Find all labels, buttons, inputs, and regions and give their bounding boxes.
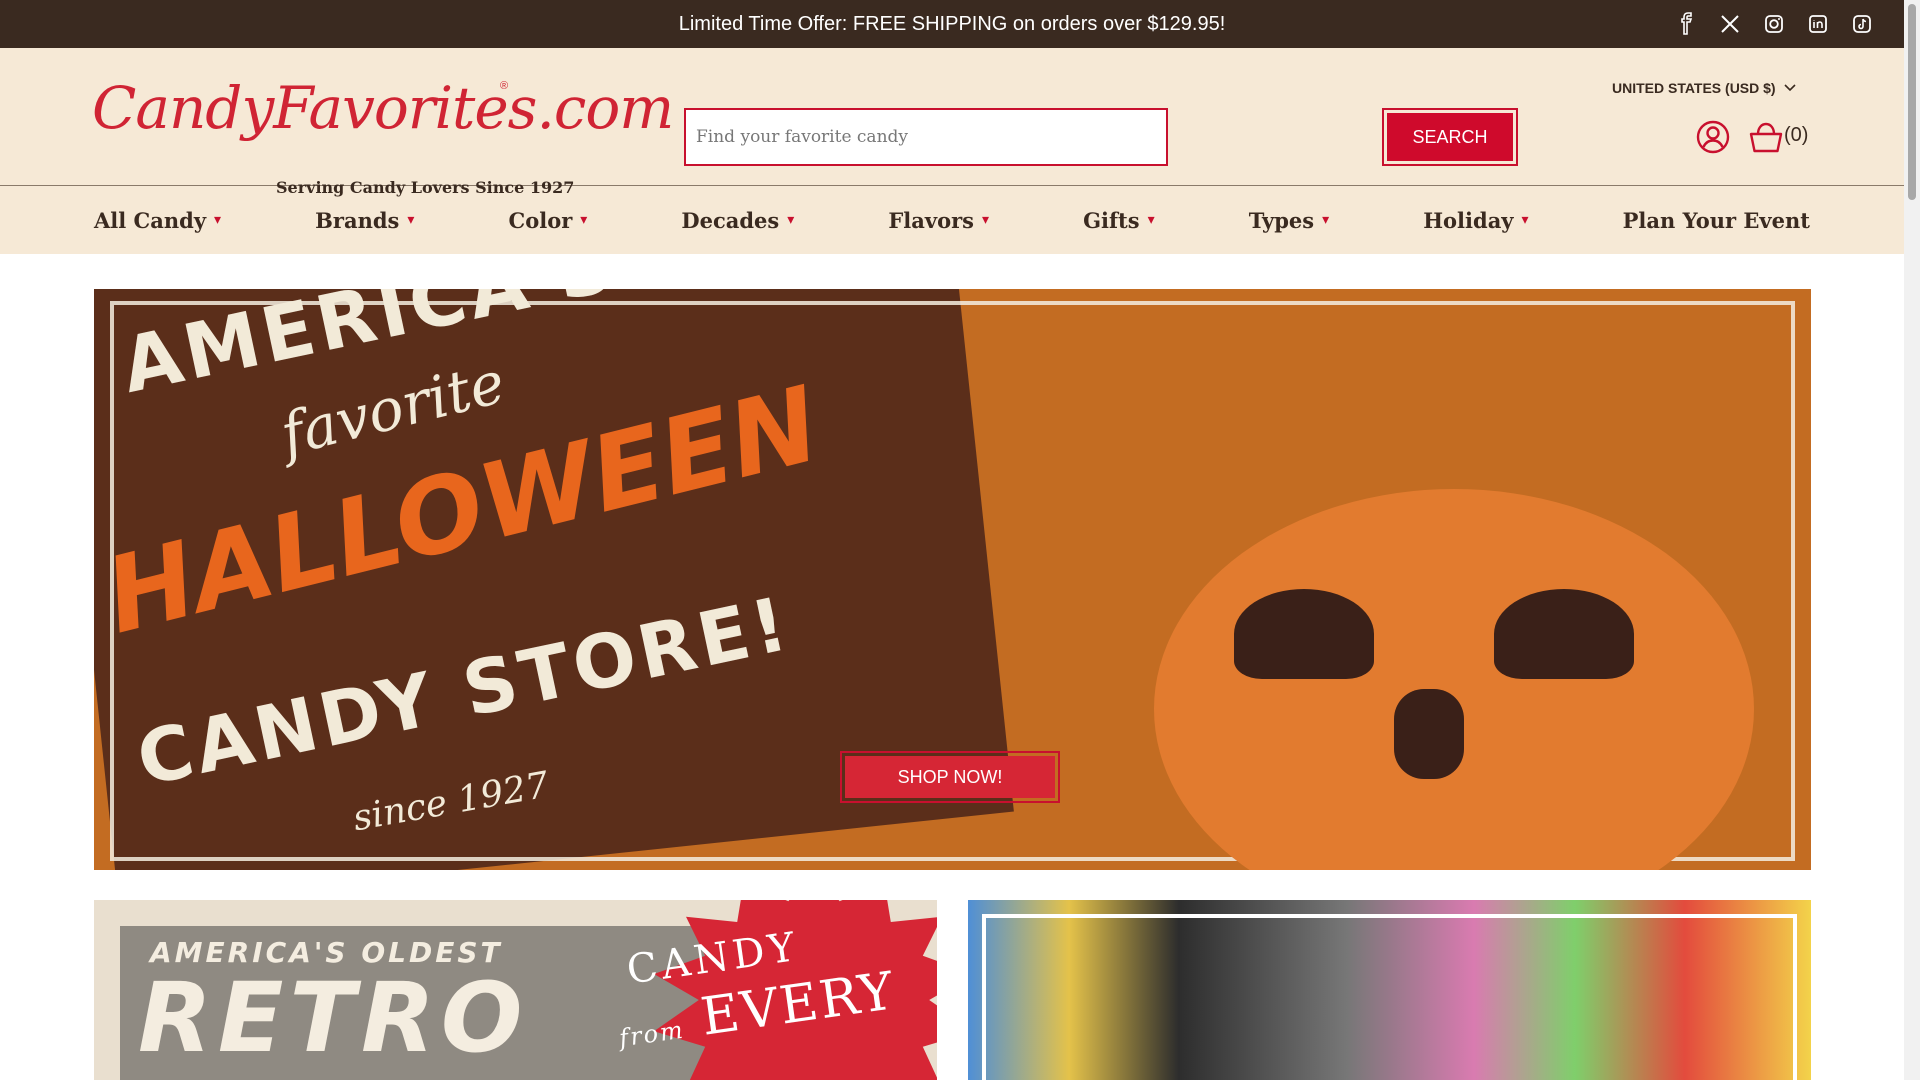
region-selector[interactable]: UNITED STATES (USD $) xyxy=(1612,80,1796,96)
search-input[interactable] xyxy=(684,108,1168,166)
caret-down-icon: ▾ xyxy=(1147,212,1155,228)
page-scrollbar[interactable] xyxy=(1904,0,1920,1080)
hero-banner[interactable]: AMERICA'S favorite HALLOWEEN CANDY STORE… xyxy=(94,289,1811,870)
promo-text: Limited Time Offer: FREE SHIPPING on ord… xyxy=(678,12,1226,35)
nav-item-all-candy[interactable]: All Candy ▾ xyxy=(94,208,221,233)
promo-bar: Limited Time Offer: FREE SHIPPING on ord… xyxy=(0,0,1904,48)
search-button[interactable]: SEARCH xyxy=(1387,113,1513,161)
nav-item-brands[interactable]: Brands ▾ xyxy=(315,208,414,233)
social-links xyxy=(1674,12,1874,36)
nav-item-gifts[interactable]: Gifts ▾ xyxy=(1083,208,1155,233)
logo-tagline: Serving Candy Lovers Since 1927 xyxy=(276,178,575,197)
site-header: CandyFavorites.com ® Serving Candy Lover… xyxy=(0,48,1904,197)
nav-item-label: All Candy xyxy=(94,207,207,233)
region-label: UNITED STATES (USD $) xyxy=(1612,80,1776,96)
linkedin-icon[interactable] xyxy=(1806,12,1830,36)
pumpkin-eye-left xyxy=(1234,589,1374,679)
chevron-down-icon xyxy=(1784,84,1796,92)
nav-item-color[interactable]: Color ▾ xyxy=(509,208,588,233)
pumpkin-nose xyxy=(1394,689,1464,779)
nav-item-decades[interactable]: Decades ▾ xyxy=(681,208,794,233)
nav-item-label: Flavors xyxy=(888,207,974,233)
nav-item-label: Holiday xyxy=(1423,207,1514,233)
nav-item-flavors[interactable]: Flavors ▾ xyxy=(888,208,989,233)
site-logo[interactable]: CandyFavorites.com ® Serving Candy Lover… xyxy=(92,74,674,197)
caret-down-icon: ▾ xyxy=(214,212,222,228)
retro-candy-tile[interactable]: AMERICA'S OLDEST RETRO CANDY from EVERY xyxy=(94,900,937,1080)
caret-down-icon: ▾ xyxy=(787,212,795,228)
candy-mix-tile[interactable] xyxy=(968,900,1811,1080)
nav-item-plan-your-event[interactable]: Plan Your Event xyxy=(1623,208,1810,233)
scrollbar-thumb[interactable] xyxy=(1908,4,1916,200)
page: Limited Time Offer: FREE SHIPPING on ord… xyxy=(0,0,1920,1080)
logo-wordmark: CandyFavorites.com xyxy=(92,74,674,142)
nav-item-label: Brands xyxy=(315,207,400,233)
nav-item-label: Gifts xyxy=(1083,207,1140,233)
candy-mix-frame xyxy=(982,914,1797,1080)
shop-now-button[interactable]: SHOP NOW! xyxy=(845,756,1055,798)
account-icon[interactable] xyxy=(1696,120,1730,154)
caret-down-icon: ▾ xyxy=(1521,212,1529,228)
pumpkin-eye-right xyxy=(1494,589,1634,679)
page-content: Limited Time Offer: FREE SHIPPING on ord… xyxy=(0,0,1904,1080)
nav-item-types[interactable]: Types ▾ xyxy=(1249,208,1329,233)
basket-icon[interactable] xyxy=(1748,120,1784,154)
starburst-from: from xyxy=(617,1015,687,1053)
tiktok-icon[interactable] xyxy=(1850,12,1874,36)
shop-now-frame: SHOP NOW! xyxy=(840,751,1060,803)
cart-count[interactable]: (0) xyxy=(1784,124,1808,147)
facebook-icon[interactable] xyxy=(1674,12,1698,36)
logo-registered-mark: ® xyxy=(500,80,509,92)
nav-item-label: Types xyxy=(1248,207,1315,233)
caret-down-icon: ▾ xyxy=(1322,212,1330,228)
instagram-icon[interactable] xyxy=(1762,12,1786,36)
retro-tile-line-2: RETRO xyxy=(138,962,529,1074)
nav-item-label: Decades xyxy=(681,207,780,233)
nav-item-label: Color xyxy=(508,207,573,233)
caret-down-icon: ▾ xyxy=(580,212,588,228)
nav-item-label: Plan Your Event xyxy=(1622,207,1810,233)
caret-down-icon: ▾ xyxy=(407,212,415,228)
x-icon[interactable] xyxy=(1718,12,1742,36)
caret-down-icon: ▾ xyxy=(981,212,989,228)
search-button-frame: SEARCH xyxy=(1382,108,1518,166)
nav-item-holiday[interactable]: Holiday ▾ xyxy=(1423,208,1528,233)
